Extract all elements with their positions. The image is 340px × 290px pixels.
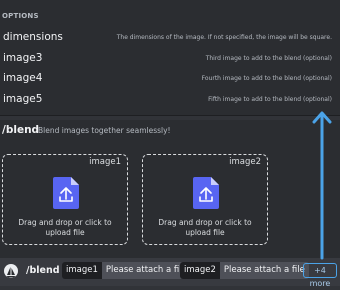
option-description: Fourth image to add to the blend (option… (201, 75, 332, 82)
option-description: Fifth image to add to the blend (optiona… (208, 96, 332, 103)
upload-file-icon (193, 177, 219, 209)
message-input-bar[interactable]: /blend image1 Please attach a file image… (0, 258, 340, 288)
param-name: image1 (62, 262, 102, 279)
options-header: OPTIONS (2, 12, 39, 20)
option-image3[interactable]: image3 Third image to add to the blend (… (0, 50, 340, 70)
upload-label: image2 (225, 157, 265, 167)
command-token: /blend (26, 265, 60, 276)
sailboat-icon (6, 267, 16, 278)
option-description: Third image to add to the blend (optiona… (205, 55, 332, 62)
option-name: image5 (3, 93, 43, 105)
upload-instructions-line1: Drag and drop or click to (18, 218, 112, 227)
option-name: image3 (3, 52, 43, 64)
option-dimensions[interactable]: dimensions The dimensions of the image. … (0, 29, 340, 49)
option-name: image4 (3, 72, 43, 84)
param-image1[interactable]: image1 Please attach a file (62, 262, 191, 279)
command-description: Blend images together seamlessly! (38, 126, 171, 135)
option-image4[interactable]: image4 Fourth image to add to the blend … (0, 70, 340, 90)
option-name: dimensions (3, 31, 63, 43)
upload-instructions: Drag and drop or click to upload file (3, 218, 127, 238)
command-header: /blend Blend images together seamlessly! (0, 120, 340, 142)
bot-avatar (4, 264, 18, 278)
upload-instructions-line1: Drag and drop or click to (158, 218, 252, 227)
upload-image2-dropzone[interactable]: image2 Drag and drop or click to upload … (142, 154, 268, 245)
upload-label: image1 (85, 157, 125, 167)
upload-instructions-line2: upload file (185, 228, 225, 237)
upload-instructions: Drag and drop or click to upload file (143, 218, 267, 238)
options-panel: OPTIONS dimensions The dimensions of the… (0, 0, 340, 116)
up-arrow-icon (312, 111, 332, 260)
command-name: /blend (2, 124, 40, 136)
param-name: image2 (180, 262, 220, 279)
param-value: Please attach a file (219, 262, 309, 279)
param-value: Please attach a file (101, 262, 191, 279)
option-image5[interactable]: image5 Fifth image to add to the blend (… (0, 91, 340, 111)
param-image2[interactable]: image2 Please attach a file (180, 262, 309, 279)
upload-file-icon (53, 177, 79, 209)
more-options-button[interactable]: +4 more (303, 263, 337, 288)
upload-image1-dropzone[interactable]: image1 Drag and drop or click to upload … (2, 154, 128, 245)
upload-instructions-line2: upload file (45, 228, 85, 237)
option-description: The dimensions of the image. If not spec… (116, 34, 332, 41)
